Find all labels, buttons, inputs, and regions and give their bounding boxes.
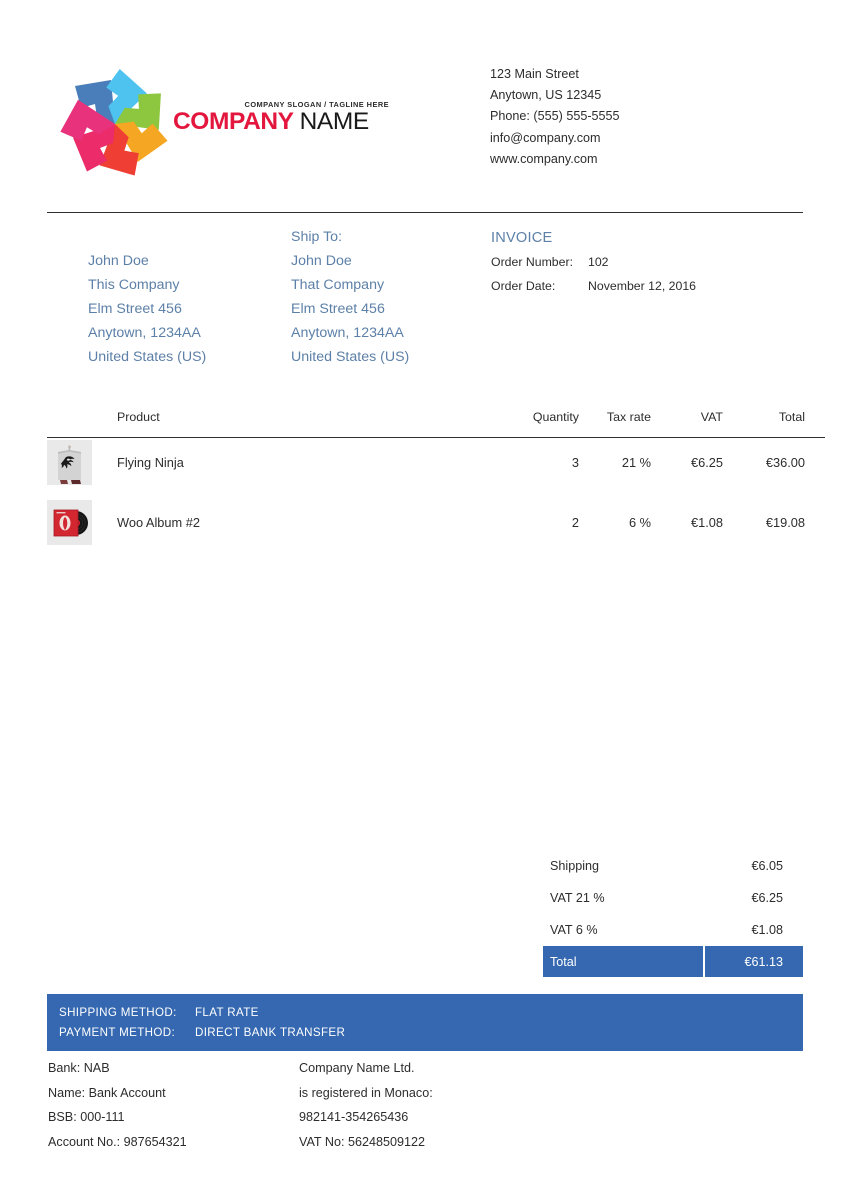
vinyl-album-thumbnail <box>47 499 92 545</box>
company-address-line: Anytown, US 12345 <box>490 88 602 103</box>
parties-section: John Doe This Company Elm Street 456 Any… <box>0 226 850 376</box>
totals-label: Shipping <box>550 859 600 873</box>
column-header-tax-rate: Tax rate <box>606 410 651 424</box>
vinyl-album-thumbnail-svg <box>47 499 92 545</box>
tshirt-ninja-thumbnail-svg <box>47 440 92 485</box>
order-date-label: Order Date: <box>491 279 556 293</box>
payment-method-line: PAYMENT METHOD: DIRECT BANK TRANSFER <box>47 1023 803 1043</box>
company-phone: Phone: (555) 555-5555 <box>490 109 620 124</box>
items-table-body: Flying Ninja 3 21 % €6.25 €36.00 Woo Alb… <box>47 438 825 558</box>
ship-to-block: Ship To: John Doe That Company Elm Stree… <box>291 226 409 369</box>
column-header-quantity: Quantity <box>532 410 579 424</box>
column-header-thumbnail <box>47 410 115 438</box>
totals-block: Shipping €6.05 VAT 21 % €6.25 VAT 6 % €1… <box>543 850 803 977</box>
totals-row-vat-21: VAT 21 % €6.25 <box>543 882 803 914</box>
company-address-block: 123 Main Street Anytown, US 12345 Phone:… <box>490 64 620 170</box>
payment-method-label: PAYMENT METHOD: <box>59 1026 176 1039</box>
product-vat: €1.08 <box>690 514 723 530</box>
registration-detail-line: VAT No: 56248509122 <box>299 1134 426 1149</box>
ship-to-label: Ship To: <box>291 229 343 245</box>
ship-to-line: Anytown, 1234AA <box>291 324 404 341</box>
totals-row-shipping: Shipping €6.05 <box>543 850 803 882</box>
product-tax-rate: 6 % <box>628 514 651 530</box>
product-quantity: 2 <box>571 514 579 530</box>
totals-value: €6.05 <box>751 859 783 873</box>
invoice-title: INVOICE <box>491 230 553 246</box>
registration-detail-line: is registered in Monaco: <box>299 1085 433 1100</box>
order-date-value: November 12, 2016 <box>588 279 697 293</box>
bill-to-line: Anytown, 1234AA <box>88 324 201 341</box>
invoice-header: COMPANY SLOGAN / TAGLINE HERE COMPANY NA… <box>0 0 850 205</box>
column-header-product: Product <box>117 410 160 424</box>
grand-total-label: Total <box>543 946 705 977</box>
product-vat: €6.25 <box>690 455 723 470</box>
company-logo-block: COMPANY SLOGAN / TAGLINE HERE COMPANY NA… <box>55 62 389 182</box>
shipping-method-line: SHIPPING METHOD: FLAT RATE <box>47 994 803 1023</box>
shipping-method-value: FLAT RATE <box>195 1006 259 1019</box>
product-name: Woo Album #2 <box>117 514 200 530</box>
items-table-wrapper: Product Quantity Tax rate VAT Total Flyi… <box>47 410 825 558</box>
totals-value: €1.08 <box>751 923 783 937</box>
product-total: €19.08 <box>765 514 805 530</box>
pinwheel-logo-svg <box>60 69 168 176</box>
bank-detail-line: Bank: NAB <box>48 1061 110 1075</box>
product-name: Flying Ninja <box>117 455 184 470</box>
totals-value: €6.25 <box>751 891 783 905</box>
items-header-row: Product Quantity Tax rate VAT Total <box>47 410 825 438</box>
order-date-row: Order Date: November 12, 2016 <box>491 274 801 298</box>
items-table: Product Quantity Tax rate VAT Total Flyi… <box>47 410 825 558</box>
totals-table-body: Shipping €6.05 VAT 21 % €6.25 VAT 6 % €1… <box>543 850 803 977</box>
header-divider <box>47 212 803 213</box>
product-tax-rate: 21 % <box>621 455 651 470</box>
company-email: info@company.com <box>490 130 601 145</box>
bill-to-line: This Company <box>88 276 180 293</box>
pinwheel-logo-icon <box>55 62 175 182</box>
bank-detail-line: Name: Bank Account <box>48 1085 166 1100</box>
registration-detail-line: 982141-354265436 <box>299 1110 409 1124</box>
registration-detail-line: Company Name Ltd. <box>299 1061 415 1075</box>
order-number-value: 102 <box>588 255 609 269</box>
invoice-page: COMPANY SLOGAN / TAGLINE HERE COMPANY NA… <box>0 0 850 1197</box>
order-number-row: Order Number: 102 <box>491 250 801 274</box>
company-logo-text: COMPANY SLOGAN / TAGLINE HERE COMPANY NA… <box>173 100 433 135</box>
ship-to-line: Elm Street 456 <box>291 300 385 317</box>
bank-detail-line: Account No.: 987654321 <box>48 1134 187 1149</box>
product-quantity: 3 <box>571 455 579 470</box>
bank-detail-line: BSB: 000-111 <box>48 1110 125 1124</box>
totals-label: VAT 6 % <box>550 923 598 937</box>
company-name: COMPANY NAME <box>173 108 433 135</box>
invoice-meta-block: INVOICE Order Number: 102 Order Date: Nove… <box>491 226 801 298</box>
ship-to-line: United States (US) <box>291 348 410 365</box>
shipping-method-label: SHIPPING METHOD: <box>59 1006 177 1019</box>
bank-details-block: Bank: NAB Name: Bank Account BSB: 000-11… <box>48 1056 187 1154</box>
bill-to-line: Elm Street 456 <box>88 300 182 317</box>
totals-row-vat-6: VAT 6 % €1.08 <box>543 914 803 946</box>
bill-to-line: John Doe <box>88 253 149 269</box>
ship-to-line: John Doe <box>291 252 352 269</box>
company-website: www.company.com <box>490 151 598 166</box>
grand-total-value: €61.13 <box>705 946 803 977</box>
payment-method-value: DIRECT BANK TRANSFER <box>195 1026 346 1039</box>
product-thumbnail-cell <box>47 498 115 558</box>
ship-to-line: That Company <box>291 276 385 293</box>
column-header-total: Total <box>778 410 805 424</box>
table-row: Flying Ninja 3 21 % €6.25 €36.00 <box>47 438 825 498</box>
totals-table: Shipping €6.05 VAT 21 % €6.25 VAT 6 % €1… <box>543 850 803 977</box>
items-table-head: Product Quantity Tax rate VAT Total <box>47 410 825 438</box>
company-name-secondary: NAME <box>299 108 370 135</box>
product-total: €36.00 <box>765 455 805 470</box>
methods-banner: SHIPPING METHOD: FLAT RATE PAYMENT METHOD… <box>47 994 803 1051</box>
company-name-primary: COMPANY <box>173 108 294 135</box>
totals-row-grand-total: Total €61.13 <box>543 946 803 977</box>
company-address-line: 123 Main Street <box>490 67 579 81</box>
order-number-label: Order Number: <box>491 255 574 269</box>
registration-details-block: Company Name Ltd. is registered in Monac… <box>299 1056 433 1154</box>
column-header-vat: VAT <box>700 410 723 424</box>
bill-to-line: United States (US) <box>88 348 207 365</box>
totals-label: VAT 21 % <box>550 891 605 905</box>
tshirt-ninja-thumbnail <box>47 440 92 485</box>
bill-to-block: John Doe This Company Elm Street 456 Any… <box>88 250 206 370</box>
product-thumbnail-cell <box>47 438 115 498</box>
table-row: Woo Album #2 2 6 % €1.08 €19.08 <box>47 498 825 558</box>
